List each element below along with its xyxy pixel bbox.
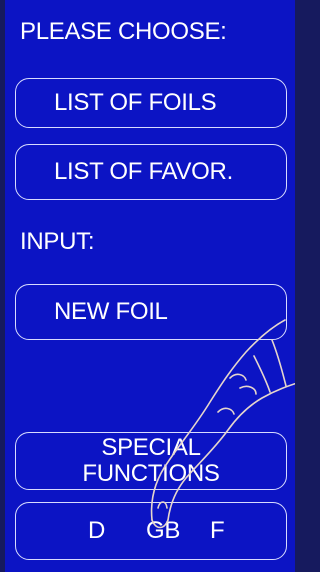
list-of-favorites-button[interactable]: LIST OF FAVOR. <box>15 144 287 200</box>
list-of-foils-label: LIST OF FOILS <box>54 89 217 116</box>
please-choose-heading: PLEASE CHOOSE: <box>20 18 227 45</box>
language-option-gb[interactable]: GB <box>146 517 180 545</box>
special-functions-line2: FUNCTIONS <box>82 460 220 487</box>
input-heading: INPUT: <box>20 228 95 255</box>
special-functions-button[interactable]: SPECIAL FUNCTIONS <box>15 432 287 490</box>
new-foil-button[interactable]: NEW FOIL <box>15 284 287 340</box>
language-selector: D GB F <box>15 502 287 560</box>
language-option-d[interactable]: D <box>88 517 105 545</box>
list-of-favorites-label: LIST OF FAVOR. <box>54 158 233 185</box>
list-of-foils-button[interactable]: LIST OF FOILS <box>15 78 287 128</box>
language-option-f[interactable]: F <box>210 517 225 545</box>
special-functions-line1: SPECIAL <box>101 434 201 461</box>
touch-screen: PLEASE CHOOSE: LIST OF FOILS LIST OF FAV… <box>5 0 295 572</box>
new-foil-label: NEW FOIL <box>54 298 168 325</box>
